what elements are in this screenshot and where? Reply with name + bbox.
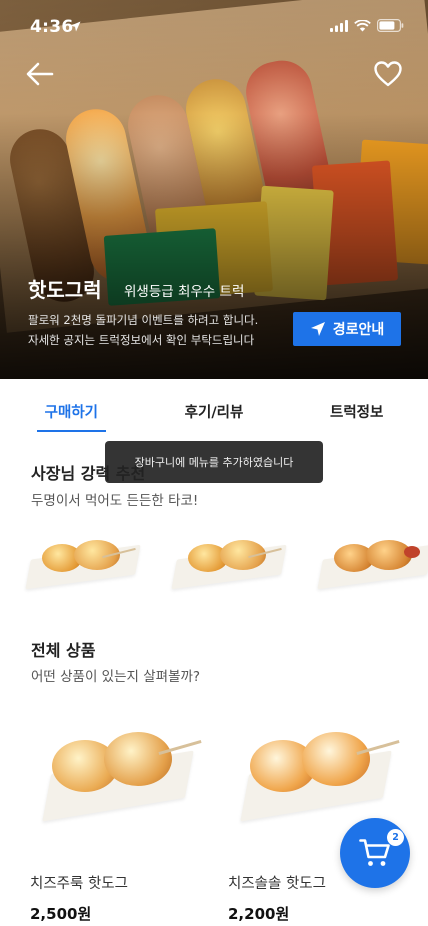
shopping-cart-icon [359,839,390,866]
status-bar: 4:36 [0,0,428,52]
navigation-arrow-icon [310,322,325,336]
truck-notice: 팔로워 2천명 돌파기념 이벤트를 하려고 합니다. 자세한 공지는 트럭정보에… [28,310,278,350]
heart-icon [374,61,402,87]
product-card[interactable]: 치즈주룩 핫도그 2,500원 [30,710,202,924]
cart-added-toast: 장바구니에 메뉴를 추가하였습니다 [105,441,323,483]
recommend-item[interactable] [317,530,428,592]
product-grid: 치즈주룩 핫도그 2,500원 치즈솔솔 핫도그 2,200원 [30,710,400,924]
tab-truck-info[interactable]: 트럭정보 [285,379,428,435]
status-indicators [330,19,404,32]
food-image [104,732,172,786]
product-name: 치즈주룩 핫도그 [30,876,128,892]
arrow-left-icon [26,62,54,86]
recommend-subtitle: 두명이서 먹어도 든든한 타코! [31,493,199,509]
signal-icon [330,19,348,32]
hygiene-badge: 위생등급 최우수 트럭 [124,284,245,300]
all-products-subtitle: 어떤 상품이 있는지 살펴볼까? [31,669,201,685]
location-arrow-icon [70,21,81,32]
tab-bar: 구매하기 후기/리뷰 트럭정보 [0,379,428,435]
product-price: 2,200원 [228,905,290,923]
favorite-button[interactable] [372,58,404,90]
notice-line: 자세한 공지는 트럭정보에서 확인 부탁드립니다 [28,333,255,347]
route-guide-button[interactable]: 경로안내 [293,312,401,346]
route-guide-label: 경로안내 [332,322,385,338]
product-image [30,710,202,840]
all-products-title: 전체 상품 [31,641,96,660]
cart-button[interactable] [340,818,410,888]
product-price: 2,500원 [30,905,92,923]
recommend-list [25,530,428,600]
back-button[interactable] [24,58,56,90]
wifi-icon [354,19,371,31]
cart-count-badge: 2 [387,829,404,846]
food-image [302,732,370,786]
truck-name: 핫도그럭 [28,278,102,302]
battery-icon [377,19,404,32]
tab-purchase[interactable]: 구매하기 [0,379,143,435]
recommend-item[interactable] [25,530,141,592]
tab-reviews[interactable]: 후기/리뷰 [143,379,286,435]
status-time: 4:36 [30,17,74,37]
notice-line: 팔로워 2천명 돌파기념 이벤트를 하려고 합니다. [28,313,259,327]
recommend-item[interactable] [171,530,287,592]
dipping-sauce [404,546,420,558]
product-card[interactable]: 치즈솔솔 핫도그 2,200원 [228,710,400,924]
